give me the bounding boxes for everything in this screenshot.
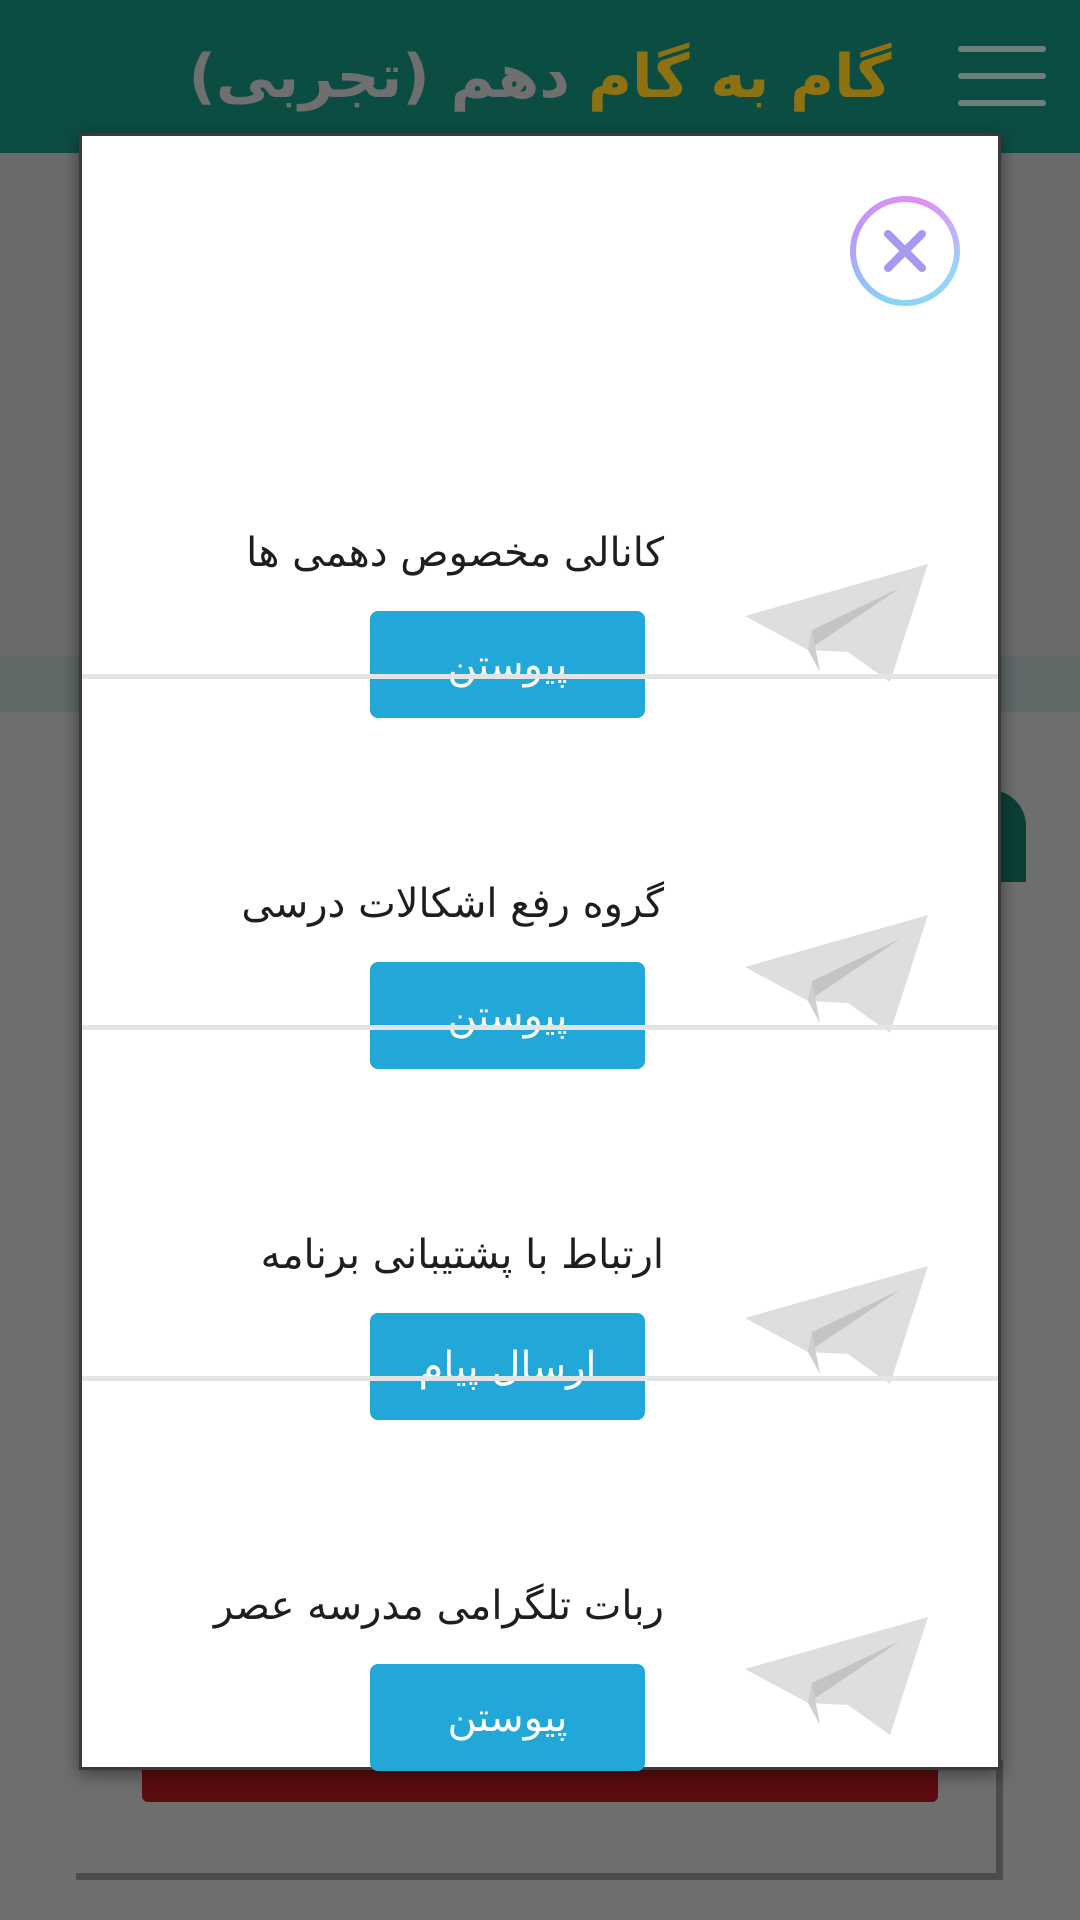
list-item-group: گروه رفع اشکالات درسی پیوستن	[82, 807, 998, 1155]
telegram-plane-icon	[745, 915, 928, 1033]
title-accent: گام به گام	[588, 41, 892, 112]
list-item-support: ارتباط با پشتیبانی برنامه ارسال پیام	[82, 1158, 998, 1506]
close-button[interactable]	[850, 196, 960, 306]
send-message-button[interactable]: ارسال پیام	[370, 1313, 645, 1420]
list-item-bot: ربات تلگرامی مدرسه عصر پیوستن	[82, 1509, 998, 1857]
item-label: گروه رفع اشکالات درسی	[241, 881, 664, 927]
item-label: ارتباط با پشتیبانی برنامه	[260, 1232, 664, 1278]
divider	[82, 674, 998, 679]
hamburger-menu-icon[interactable]	[958, 46, 1046, 106]
telegram-plane-icon	[745, 1266, 928, 1384]
app-header: گام به گام دهم (تجربی)	[0, 0, 1080, 153]
page-title: گام به گام دهم (تجربی)	[189, 42, 892, 112]
divider	[82, 1025, 998, 1030]
title-rest: دهم (تجربی)	[188, 41, 571, 112]
join-group-button[interactable]: پیوستن	[370, 962, 645, 1069]
item-label: کانالی مخصوص دهمی ها	[246, 530, 664, 576]
background-frame	[76, 1873, 1003, 1880]
close-x-icon	[884, 230, 926, 272]
join-bot-button[interactable]: پیوستن	[370, 1664, 645, 1771]
join-channel-button[interactable]: پیوستن	[370, 611, 645, 718]
list-item-channel: کانالی مخصوص دهمی ها پیوستن	[82, 456, 998, 804]
telegram-plane-icon	[745, 1617, 928, 1735]
divider	[82, 1376, 998, 1381]
telegram-plane-icon	[745, 564, 928, 682]
telegram-links-modal: کانالی مخصوص دهمی ها پیوستن گروه رفع اشک…	[79, 133, 1001, 1771]
item-label: ربات تلگرامی مدرسه عصر	[213, 1583, 664, 1629]
